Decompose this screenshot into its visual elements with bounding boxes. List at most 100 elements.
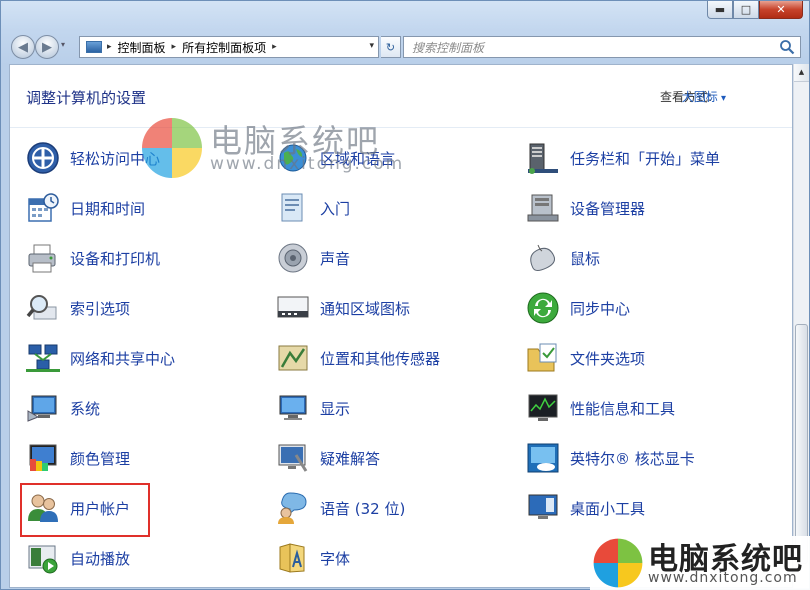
item-taskbar-start[interactable]: 任务栏和「开始」菜单 xyxy=(526,138,720,178)
speaker-icon xyxy=(278,243,308,273)
item-label: 鼠标 xyxy=(570,249,601,268)
troubleshooting-icon xyxy=(278,444,308,472)
item-label: 显示 xyxy=(320,399,351,418)
globe-clock-icon xyxy=(279,144,307,172)
color-management-icon xyxy=(29,444,57,471)
item-label: 语音 (32 位) xyxy=(320,499,406,518)
page-title: 调整计算机的设置 xyxy=(26,89,147,107)
breadcrumb-control-panel[interactable]: 控制面板 xyxy=(118,39,166,56)
control-panel-icon xyxy=(86,41,102,53)
user-accounts-highlight xyxy=(20,483,150,537)
breadcrumb-sep-icon[interactable]: ▸ xyxy=(107,42,112,52)
item-performance[interactable]: 性能信息和工具 xyxy=(526,388,675,428)
taskbar-icon xyxy=(528,143,558,174)
printer-icon xyxy=(28,244,56,273)
mouse-icon xyxy=(530,244,556,272)
autoplay-icon xyxy=(28,545,58,574)
item-label: 英特尔® 核芯显卡 xyxy=(570,449,695,468)
breadcrumb-sep-icon[interactable]: ▸ xyxy=(272,42,277,52)
address-bar[interactable]: ▸ 控制面板 ▸ 所有控制面板项 ▸ ▾ xyxy=(79,36,379,58)
search-input[interactable]: 搜索控制面板 xyxy=(403,36,801,58)
item-label: 颜色管理 xyxy=(70,449,131,468)
back-button[interactable]: ◀ xyxy=(11,35,35,59)
item-ease-of-access[interactable]: 轻松访问中心 xyxy=(26,138,160,178)
item-label: 自动播放 xyxy=(70,549,131,568)
item-sound[interactable]: 声音 xyxy=(276,238,350,278)
item-label: 轻松访问中心 xyxy=(70,149,161,168)
item-desktop-gadgets[interactable]: 桌面小工具 xyxy=(526,488,645,528)
history-dropdown-icon[interactable]: ▾ xyxy=(61,40,65,49)
item-label: 入门 xyxy=(320,199,351,218)
item-label: 系统 xyxy=(70,399,101,418)
item-system[interactable]: 系统 xyxy=(26,388,100,428)
item-label: 设备管理器 xyxy=(570,199,646,218)
item-label: 设备和打印机 xyxy=(70,249,161,268)
address-dropdown-icon[interactable]: ▾ xyxy=(369,41,374,51)
item-label: 任务栏和「开始」菜单 xyxy=(570,149,721,168)
search-placeholder: 搜索控制面板 xyxy=(412,40,485,55)
sensor-icon xyxy=(278,345,308,371)
caption-buttons: ▬ □ ✕ xyxy=(707,1,803,19)
item-display[interactable]: 显示 xyxy=(276,388,350,428)
item-label: 字体 xyxy=(320,549,351,568)
breadcrumb-all-items[interactable]: 所有控制面板项 xyxy=(182,39,266,56)
watermark-url: www.dnxitong.com xyxy=(648,570,798,586)
item-speech[interactable]: 语音 (32 位) xyxy=(276,488,405,528)
close-button[interactable]: ✕ xyxy=(759,1,803,19)
item-troubleshooting[interactable]: 疑难解答 xyxy=(276,438,380,478)
folder-options-icon xyxy=(527,343,557,372)
minimize-button[interactable]: ▬ xyxy=(707,1,733,19)
item-label: 同步中心 xyxy=(570,299,631,318)
speech-icon xyxy=(278,492,307,524)
item-fonts[interactable]: 字体 xyxy=(276,538,350,578)
navigation-bar: ◀ ▶ ▾ ▸ 控制面板 ▸ 所有控制面板项 ▸ ▾ ↻ 搜索控制面板 xyxy=(9,35,801,59)
item-label: 桌面小工具 xyxy=(570,499,646,518)
item-indexing-options[interactable]: 索引选项 xyxy=(26,288,130,328)
item-label: 通知区域图标 xyxy=(320,299,411,318)
item-label: 网络和共享中心 xyxy=(70,349,176,368)
item-label: 文件夹选项 xyxy=(570,349,646,368)
item-intel-graphics[interactable]: 英特尔® 核芯显卡 xyxy=(526,438,695,478)
gadgets-icon xyxy=(528,494,558,519)
performance-icon xyxy=(528,394,558,421)
item-date-time[interactable]: 日期和时间 xyxy=(26,188,145,228)
item-sync-center[interactable]: 同步中心 xyxy=(526,288,630,328)
item-label: 索引选项 xyxy=(70,299,131,318)
item-color-management[interactable]: 颜色管理 xyxy=(26,438,130,478)
item-location-sensors[interactable]: 位置和其他传感器 xyxy=(276,338,440,378)
scroll-thumb[interactable] xyxy=(795,324,808,564)
sync-icon xyxy=(527,292,559,324)
view-by-dropdown[interactable]: 大图标 xyxy=(682,88,726,105)
intel-graphics-icon xyxy=(527,443,559,473)
search-icon[interactable] xyxy=(779,39,795,55)
item-device-manager[interactable]: 设备管理器 xyxy=(526,188,645,228)
item-folder-options[interactable]: 文件夹选项 xyxy=(526,338,645,378)
refresh-button[interactable]: ↻ xyxy=(381,36,401,58)
watermark-logo-icon xyxy=(593,538,643,588)
device-manager-icon xyxy=(527,194,559,222)
item-label: 位置和其他传感器 xyxy=(320,349,441,368)
item-getting-started[interactable]: 入门 xyxy=(276,188,350,228)
item-network-sharing[interactable]: 网络和共享中心 xyxy=(26,338,175,378)
content-header: 调整计算机的设置 查看方式: 大图标 xyxy=(10,65,792,128)
getting-started-icon xyxy=(281,193,303,222)
system-icon xyxy=(27,395,57,422)
maximize-button[interactable]: □ xyxy=(733,1,759,19)
item-autoplay[interactable]: 自动播放 xyxy=(26,538,130,578)
item-label: 日期和时间 xyxy=(70,199,146,218)
item-mouse[interactable]: 鼠标 xyxy=(526,238,600,278)
content-pane: 调整计算机的设置 查看方式: 大图标 轻松访问中心 日期和时间 设备和打印机 xyxy=(9,64,793,588)
network-icon xyxy=(26,344,60,372)
magnifier-icon xyxy=(26,295,57,320)
breadcrumb-sep-icon[interactable]: ▸ xyxy=(172,42,177,52)
item-label: 性能信息和工具 xyxy=(570,399,676,418)
scroll-up-icon[interactable]: ▲ xyxy=(794,64,809,82)
item-label: 区域和语言 xyxy=(320,149,396,168)
item-region-language[interactable]: 区域和语言 xyxy=(276,138,395,178)
notification-area-icon xyxy=(277,296,309,318)
forward-button[interactable]: ▶ xyxy=(35,35,59,59)
vertical-scrollbar[interactable]: ▲ xyxy=(793,64,809,588)
item-notification-icons[interactable]: 通知区域图标 xyxy=(276,288,410,328)
calendar-clock-icon xyxy=(28,193,59,222)
item-devices-printers[interactable]: 设备和打印机 xyxy=(26,238,160,278)
